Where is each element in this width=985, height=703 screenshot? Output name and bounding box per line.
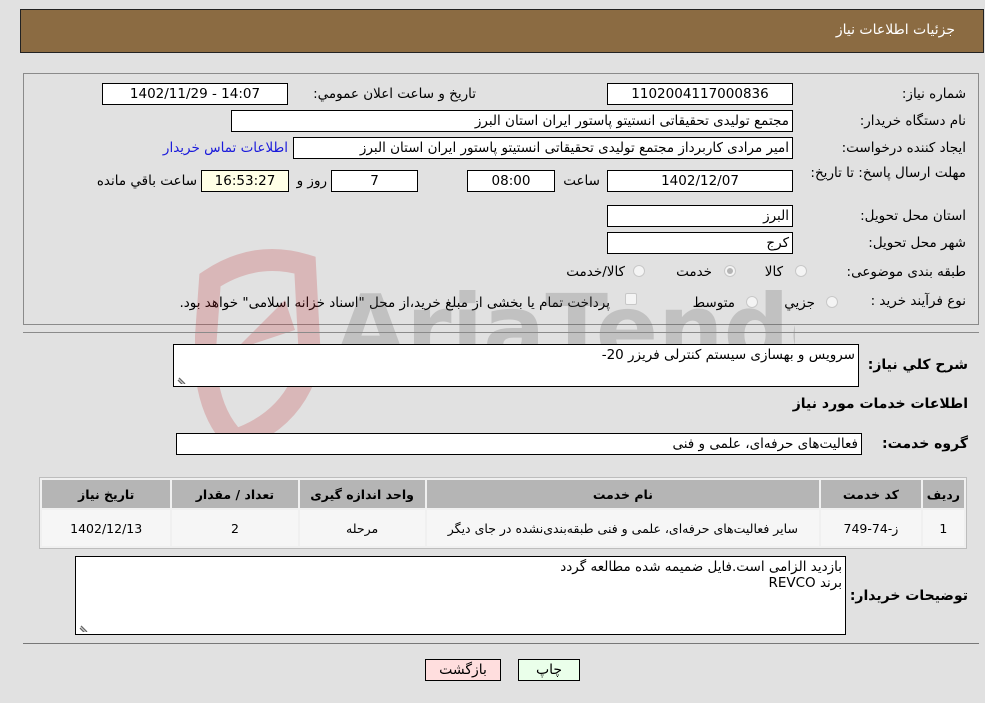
buyer-notes-line-1: بازدید الزامی است.فایل ضمیمه شده مطالعه … xyxy=(560,559,842,575)
deadline-label: مهلت ارسال پاسخ: تا تاریخ: xyxy=(810,165,966,181)
need-number-label: شماره نیاز: xyxy=(901,86,966,102)
deadline-time-field: 08:00 xyxy=(467,170,555,192)
service-group-label: گروه خدمت: xyxy=(882,436,968,452)
category-radio-goods-service[interactable] xyxy=(633,265,645,277)
resize-grip-icon[interactable] xyxy=(79,622,89,632)
need-number-field: 1102004117000836 xyxy=(607,83,793,105)
table-row: 1 ز-74-749 سایر فعالیت‌های حرفه‌ای، علمی… xyxy=(42,510,964,546)
table-header-row: ردیف کد خدمت نام خدمت واحد اندازه گیری ت… xyxy=(42,480,964,508)
cell-need-date: 1402/12/13 xyxy=(42,510,171,546)
delivery-city-field: کرج xyxy=(607,232,793,254)
print-button[interactable]: چاپ xyxy=(518,659,580,681)
page-header: جزئیات اطلاعات نیاز xyxy=(20,9,984,53)
cell-service-code: ز-74-749 xyxy=(821,510,921,546)
purchase-radio-medium[interactable] xyxy=(746,296,758,308)
buyer-org-label: نام دستگاه خریدار: xyxy=(859,113,966,129)
buyer-notes-field: بازدید الزامی است.فایل ضمیمه شده مطالعه … xyxy=(75,556,846,635)
requester-field: امیر مرادی کاربرداز مجتمع تولیدی تحقیقات… xyxy=(293,137,793,159)
back-button[interactable]: بازگشت xyxy=(425,659,501,681)
col-unit: واحد اندازه گیری xyxy=(299,480,425,508)
purchase-radio-minor[interactable] xyxy=(826,296,838,308)
description-label: شرح کلي نياز: xyxy=(867,357,968,373)
category-radio-goods[interactable] xyxy=(795,265,807,277)
purchase-option-medium: متوسط xyxy=(692,295,735,311)
page-title: جزئیات اطلاعات نیاز xyxy=(835,22,955,38)
announce-datetime-field: 1402/11/29 - 14:07 xyxy=(102,83,288,105)
description-text: سرویس و بهسازی سیستم کنترلی فریزر 20- xyxy=(601,347,855,363)
announce-datetime-label: تاریخ و ساعت اعلان عمومي: xyxy=(313,86,476,102)
requester-label: ایجاد کننده درخواست: xyxy=(841,140,966,156)
category-label: طبقه بندی موضوعی: xyxy=(846,264,966,280)
cell-unit: مرحله xyxy=(299,510,425,546)
purchase-option-minor: جزيي xyxy=(784,295,815,311)
buyer-notes-label: توضیحات خریدار: xyxy=(849,588,968,604)
category-option-goods: کالا xyxy=(764,264,783,280)
time-remaining-field: 16:53:27 xyxy=(201,170,289,192)
delivery-province-label: استان محل تحویل: xyxy=(860,208,966,224)
deadline-date-field: 1402/12/07 xyxy=(607,170,793,192)
purchase-type-label: نوع فرآیند خرید : xyxy=(870,293,966,309)
resize-grip-icon[interactable] xyxy=(177,374,187,384)
col-row-number: ردیف xyxy=(922,480,964,508)
buyer-contact-link[interactable]: اطلاعات تماس خریدار xyxy=(163,140,288,156)
services-table: ردیف کد خدمت نام خدمت واحد اندازه گیری ت… xyxy=(39,477,967,549)
days-label: روز و xyxy=(296,173,327,189)
buyer-notes-line-2: برند REVCO xyxy=(768,575,842,591)
description-field: سرویس و بهسازی سیستم کنترلی فریزر 20- xyxy=(173,344,859,387)
delivery-province-field: البرز xyxy=(607,205,793,227)
time-remaining-label: ساعت باقي مانده xyxy=(96,173,197,189)
cell-quantity: 2 xyxy=(172,510,298,546)
treasury-note: پرداخت تمام یا بخشی از مبلغ خرید،از محل … xyxy=(179,295,610,311)
cell-row-number: 1 xyxy=(922,510,964,546)
col-service-name: نام خدمت xyxy=(426,480,820,508)
col-service-code: کد خدمت xyxy=(821,480,921,508)
deadline-time-label: ساعت xyxy=(563,173,600,189)
delivery-city-label: شهر محل تحویل: xyxy=(868,235,966,251)
category-radio-service[interactable] xyxy=(724,265,736,277)
col-need-date: تاریخ نیاز xyxy=(42,480,171,508)
category-option-service: خدمت xyxy=(676,264,712,280)
buyer-org-field: مجتمع تولیدی تحقیقاتی انستیتو پاستور ایر… xyxy=(231,110,793,132)
days-remaining-field: 7 xyxy=(331,170,418,192)
col-quantity: تعداد / مقدار xyxy=(172,480,298,508)
services-section-title: اطلاعات خدمات مورد نیاز xyxy=(792,396,968,412)
service-group-field: فعالیت‌های حرفه‌ای، علمی و فنی xyxy=(176,433,862,455)
cell-service-name: سایر فعالیت‌های حرفه‌ای، علمی و فنی طبقه… xyxy=(426,510,820,546)
category-option-goods-service: کالا/خدمت xyxy=(566,264,625,280)
treasury-checkbox[interactable] xyxy=(625,293,637,305)
